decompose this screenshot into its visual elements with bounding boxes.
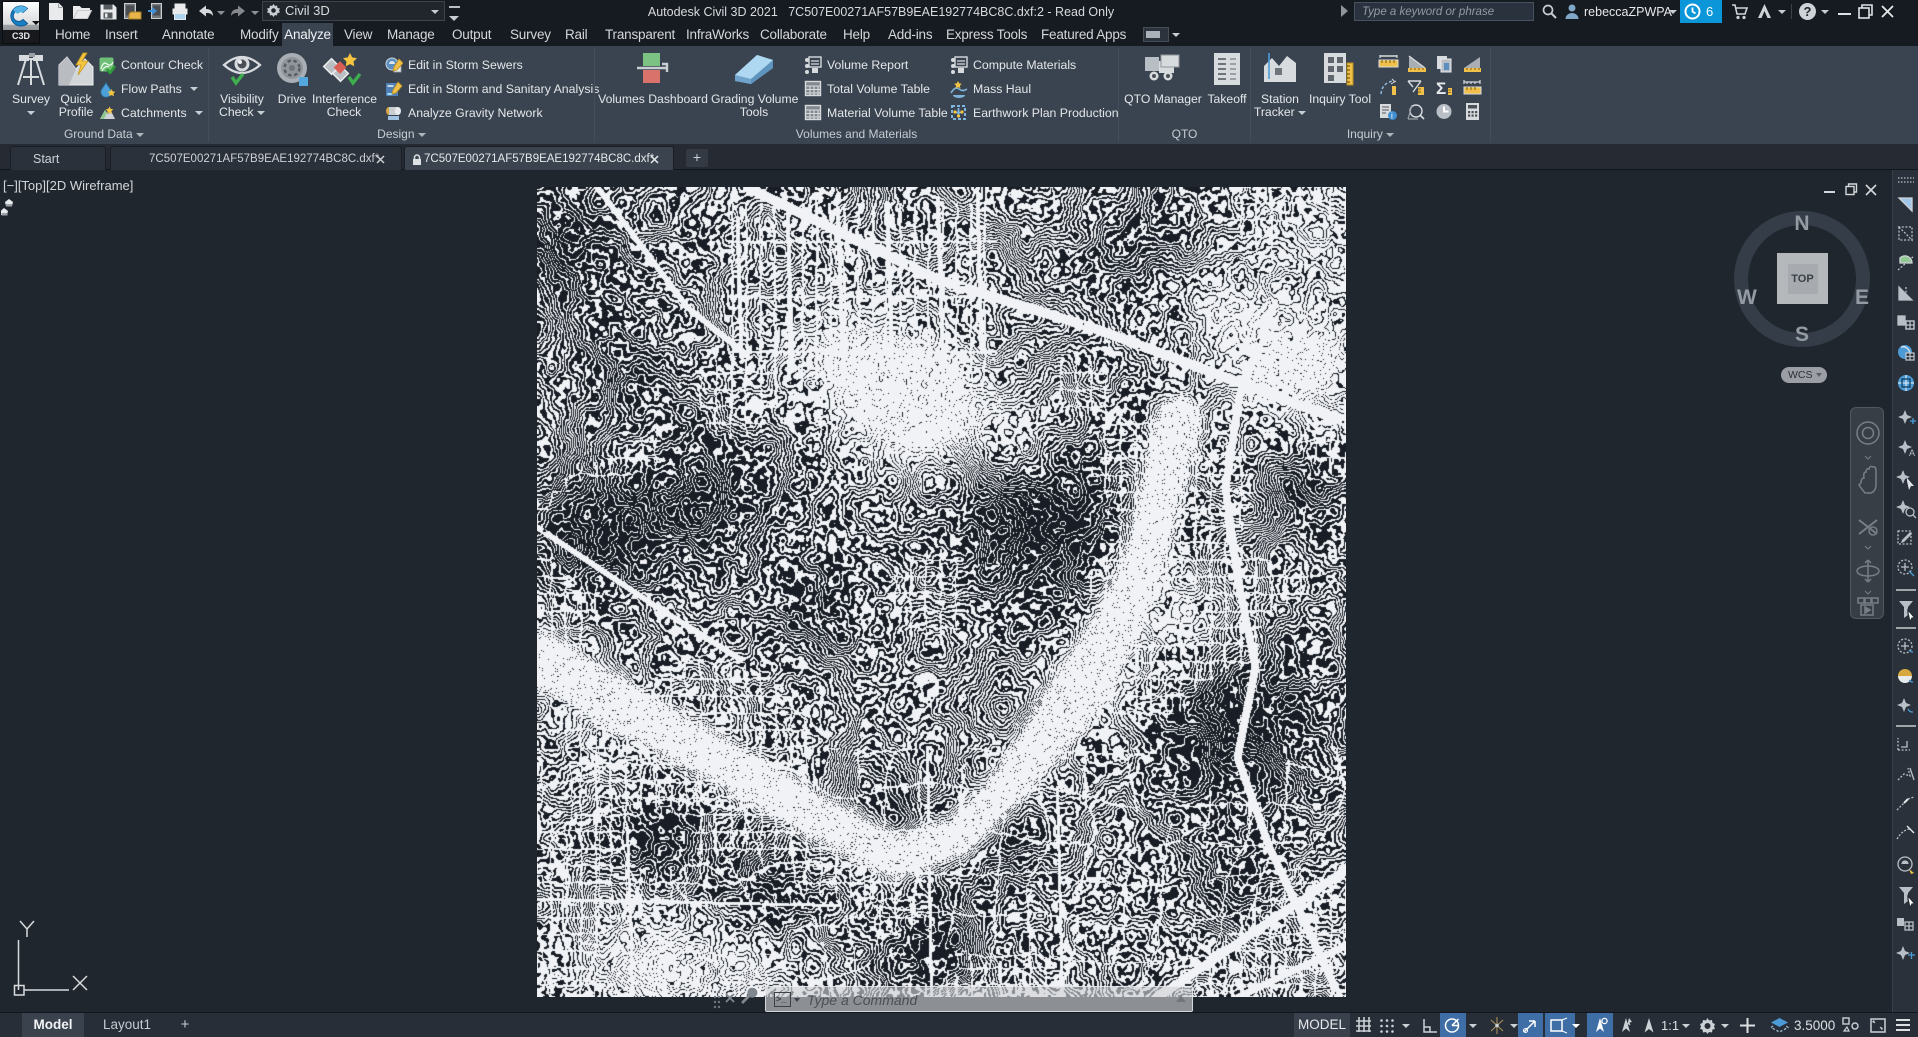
- svg-text:A: A: [1909, 448, 1915, 458]
- svg-text:Σ: Σ: [1436, 79, 1446, 97]
- svg-text:i: i: [1391, 111, 1393, 120]
